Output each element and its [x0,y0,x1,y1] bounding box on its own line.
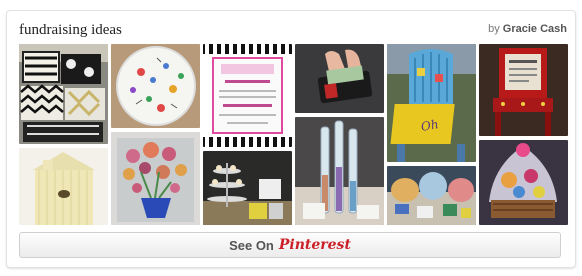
see-on-pinterest-button[interactable]: See On Pinterest [19,232,561,258]
see-on-label: See On [229,237,274,253]
pin-cupcake-stand[interactable] [203,151,292,225]
painted-chair-image: Oh [387,44,476,162]
pinterest-board-widget: fundraising ideas by Gracie Cash Oh See … [6,10,576,268]
decorated-chair-image [479,44,568,136]
gift-baskets-image [387,166,476,225]
painted-plate-image [111,44,200,128]
pin-flower-painting[interactable] [111,132,200,225]
pin-raffle-tubes[interactable] [295,117,384,225]
raffle-tubes-image [295,117,384,225]
birdhouse-image [19,148,108,225]
pin-birdhouse[interactable] [19,148,108,225]
pin-gift-baskets[interactable] [387,166,476,225]
pin-painted-chair[interactable]: Oh [387,44,476,162]
pillows-image [19,44,108,144]
pin-pillows[interactable] [19,44,108,144]
pin-decorated-chair[interactable] [479,44,568,136]
pinterest-logo: Pinterest [278,237,351,253]
pin-gift-basket[interactable] [479,140,568,225]
author-link[interactable]: Gracie Cash [503,23,567,35]
byline: by Gracie Cash [488,23,567,35]
cupcake-stand-image [203,151,292,225]
pin-wallet-cash[interactable] [295,44,384,113]
pin-painted-plate[interactable] [111,44,200,128]
invitation-image [203,44,292,147]
board-title[interactable]: fundraising ideas [19,22,122,39]
flower-painting-image [111,132,200,225]
gift-basket-image [479,140,568,225]
pin-invitation[interactable] [203,44,292,147]
by-label: by [488,23,500,35]
wallet-cash-image [295,44,384,113]
